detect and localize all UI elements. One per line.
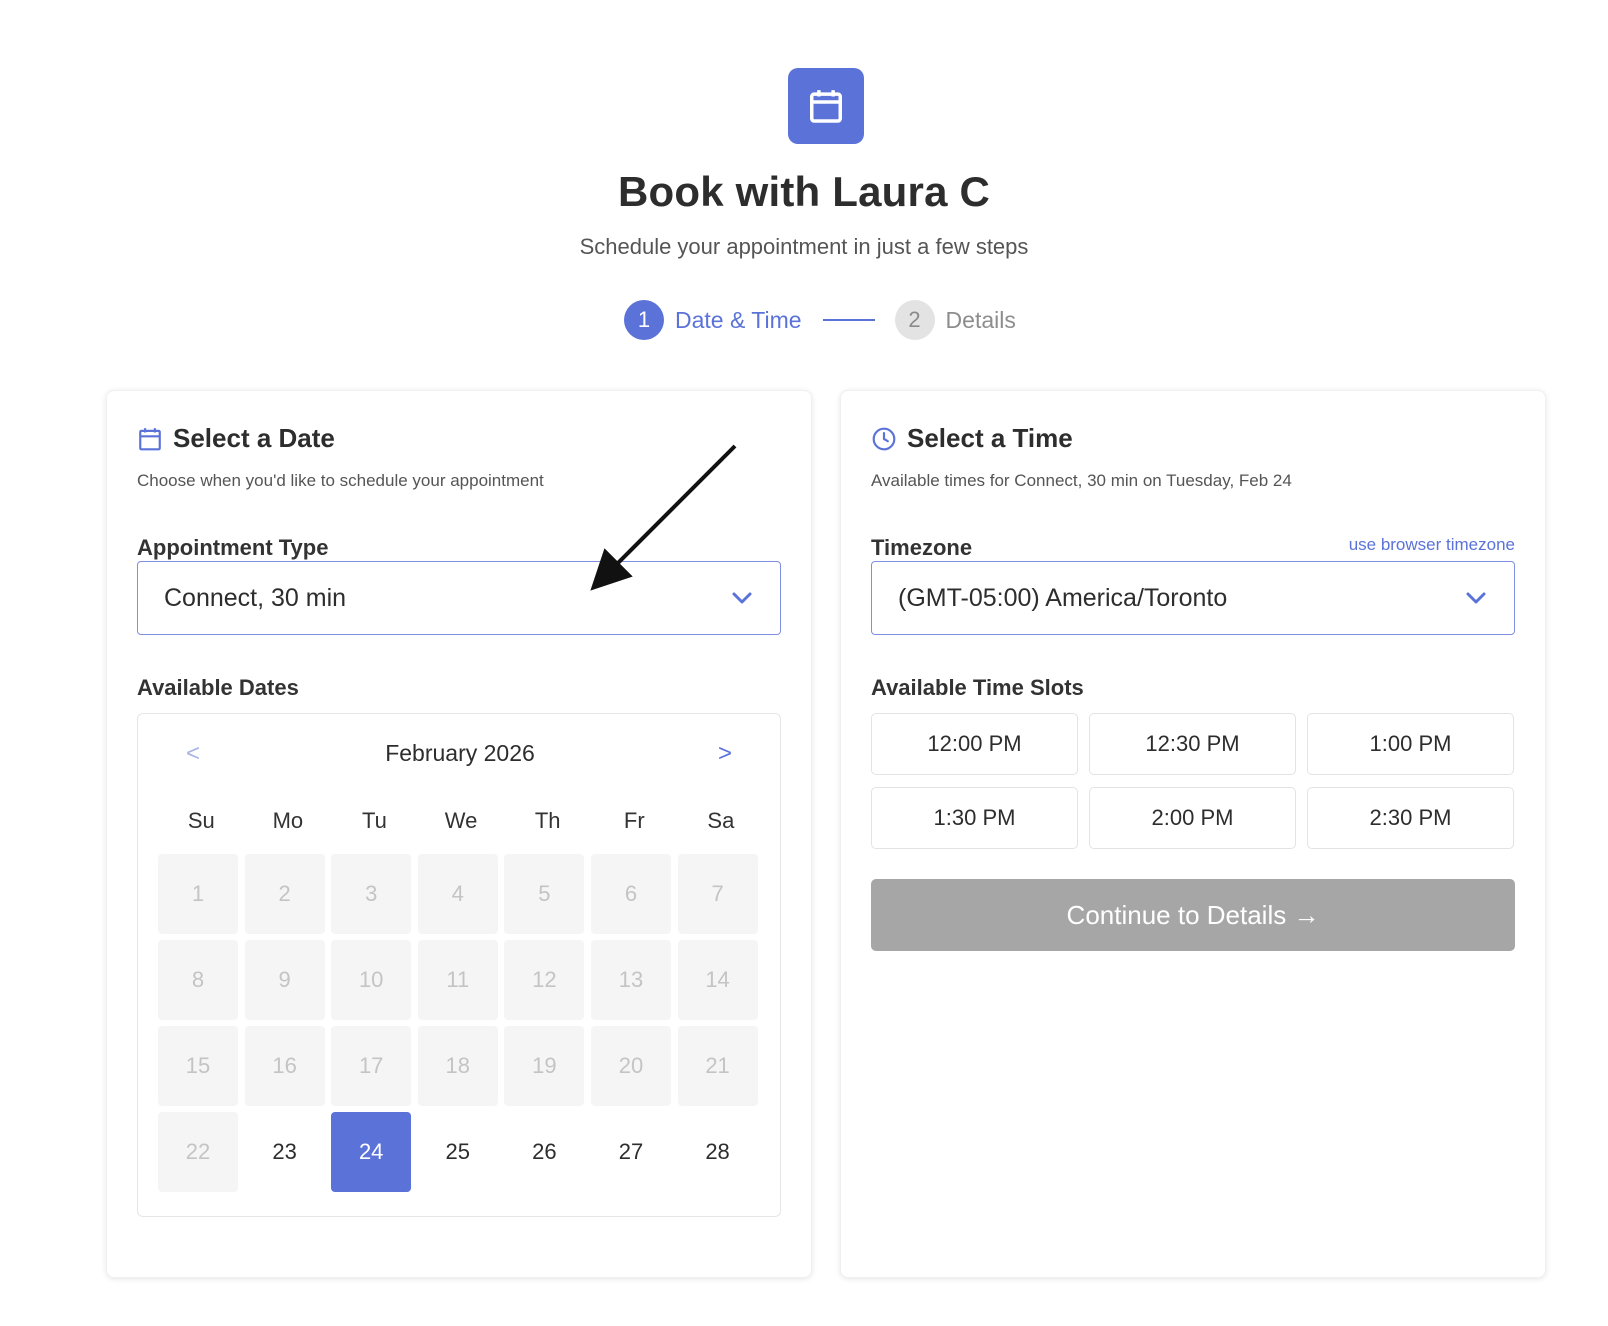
app-logo bbox=[788, 68, 864, 144]
weekday-header: Su Mo Tu We Th Fr Sa bbox=[158, 808, 764, 834]
weekday-label: Fr bbox=[623, 808, 645, 833]
timezone-label: Timezone bbox=[871, 535, 973, 560]
calendar-day: 7 bbox=[677, 854, 758, 934]
calendar-day[interactable]: 25 bbox=[417, 1112, 498, 1192]
calendar-day: 6 bbox=[590, 854, 671, 934]
calendar: < February 2026 > Su Mo Tu We Th Fr Sa 1234567… bbox=[137, 713, 781, 1217]
chevron-down-icon bbox=[1464, 586, 1488, 610]
available-dates-label: Available Dates bbox=[137, 675, 299, 700]
time-slots: 12:00 PM 12:30 PM 1:00 PM 1:30 PM 2:00 PM 2:3… bbox=[871, 713, 1515, 849]
calendar-day: 18 bbox=[417, 1026, 498, 1106]
date-panel: Select a Date Choose when you'd like to … bbox=[106, 390, 812, 1278]
date-panel-description: Choose when you'd like to schedule your … bbox=[137, 471, 544, 490]
calendar-icon bbox=[810, 90, 842, 123]
calendar-day-selected[interactable]: 24 bbox=[331, 1112, 412, 1192]
time-slot-button[interactable]: 1:00 PM bbox=[1307, 713, 1514, 775]
calendar-day[interactable]: 23 bbox=[244, 1112, 325, 1192]
calendar-day: 3 bbox=[331, 854, 412, 934]
time-panel-description: Available times for Connect, 30 min on T… bbox=[871, 471, 1292, 490]
weekday-label: Mo bbox=[272, 808, 304, 833]
calendar-day: 5 bbox=[504, 854, 585, 934]
time-slot-button[interactable]: 1:30 PM bbox=[871, 787, 1078, 849]
page-title: Book with Laura C bbox=[617, 168, 991, 215]
calendar-day: 19 bbox=[504, 1026, 585, 1106]
calendar-day: 10 bbox=[331, 940, 412, 1020]
calendar-day: 9 bbox=[244, 940, 325, 1020]
time-slots-label: Available Time Slots bbox=[871, 675, 1084, 700]
calendar-icon bbox=[139, 427, 161, 450]
step-2-label: Details bbox=[945, 306, 1016, 333]
weekday-label: Sa bbox=[707, 808, 735, 833]
calendar-day[interactable]: 26 bbox=[504, 1112, 585, 1192]
calendar-day: 13 bbox=[590, 940, 671, 1020]
calendar-day[interactable]: 28 bbox=[677, 1112, 758, 1192]
calendar-day: 15 bbox=[158, 1026, 238, 1106]
calendar-days: 1 2 3 4 5 6 7 8 9 10 11 12 13 14 15 16 17 18 19 20 21 22 23 24 2… bbox=[158, 854, 764, 1192]
stepper: 1 Date & Time 2 Details bbox=[624, 298, 1016, 342]
calendar-day: 2 bbox=[244, 854, 325, 934]
calendar-day: 16 bbox=[244, 1026, 325, 1106]
calendar-day: 21 bbox=[677, 1026, 758, 1106]
step-connector bbox=[822, 319, 875, 321]
calendar-day: 12 bbox=[504, 940, 585, 1020]
weekday-label: Tu bbox=[362, 808, 387, 833]
timezone-value: (GMT-05:00) America/Toronto bbox=[898, 583, 1228, 612]
time-panel: Select a Time Available times for Connec… bbox=[840, 390, 1546, 1278]
calendar-day: 4 bbox=[417, 854, 498, 934]
calendar-day: 14 bbox=[677, 940, 758, 1020]
date-panel-title: Select a Date bbox=[173, 423, 335, 453]
calendar-day: 17 bbox=[331, 1026, 412, 1106]
appointment-type-value: Connect, 30 min bbox=[164, 583, 347, 612]
page-subtitle: Schedule your appointment in just a few … bbox=[579, 234, 1029, 259]
calendar-day: 11 bbox=[417, 940, 498, 1020]
use-browser-timezone-link[interactable]: use browser timezone bbox=[1349, 535, 1515, 555]
timezone-select[interactable]: (GMT-05:00) America/Toronto bbox=[871, 561, 1515, 635]
appointment-type-select[interactable]: Connect, 30 min bbox=[137, 561, 781, 635]
calendar-day: 8 bbox=[158, 940, 238, 1020]
step-2-number: 2 bbox=[894, 300, 935, 340]
weekday-label: Th bbox=[534, 808, 561, 833]
time-slot-button[interactable]: 2:30 PM bbox=[1307, 787, 1514, 849]
weekday-label: Su bbox=[187, 808, 215, 833]
date-panel-header: Select a Date bbox=[137, 423, 335, 454]
time-panel-header: Select a Time bbox=[871, 423, 1073, 454]
next-month-button[interactable]: > bbox=[718, 740, 732, 768]
chevron-down-icon bbox=[730, 586, 754, 610]
clock-icon bbox=[872, 427, 896, 450]
weekday-label: We bbox=[444, 808, 478, 833]
appointment-type-label: Appointment Type bbox=[137, 535, 329, 560]
time-panel-title: Select a Time bbox=[907, 423, 1073, 453]
step-1-label: Date & Time bbox=[675, 306, 802, 333]
calendar-day: 1 bbox=[158, 854, 238, 934]
calendar-day: 22 bbox=[158, 1112, 238, 1192]
continue-to-details-button[interactable]: Continue to Details → bbox=[871, 879, 1515, 951]
time-slot-button[interactable]: 12:00 PM bbox=[871, 713, 1078, 775]
calendar-month: February 2026 bbox=[385, 740, 535, 766]
time-slot-button[interactable]: 2:00 PM bbox=[1089, 787, 1296, 849]
calendar-day: 20 bbox=[590, 1026, 671, 1106]
calendar-day[interactable]: 27 bbox=[590, 1112, 671, 1192]
time-slot-button[interactable]: 12:30 PM bbox=[1089, 713, 1296, 775]
step-1-number: 1 bbox=[624, 300, 664, 340]
